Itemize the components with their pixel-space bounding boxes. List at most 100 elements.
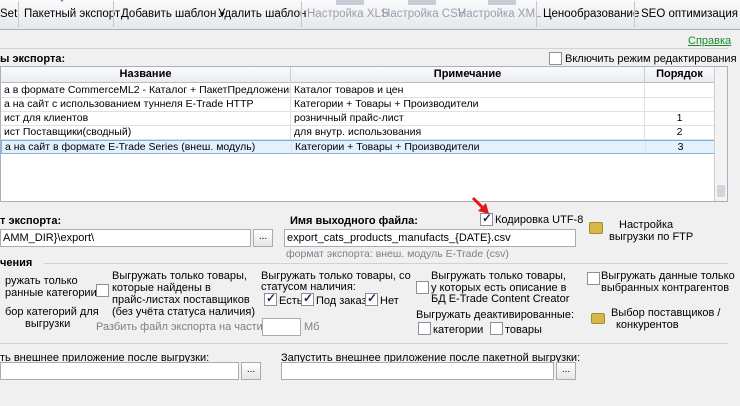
- templates-section-label: ы экспорта:: [0, 53, 66, 65]
- seo-button[interactable]: SEO оптимизация: [641, 6, 738, 22]
- price-list-only-checkbox[interactable]: [96, 284, 109, 297]
- run-after-batch-browse-button[interactable]: ...: [556, 362, 576, 380]
- pricing-button[interactable]: Ценообразование: [543, 6, 639, 22]
- price-list-only-line4: (без учёта статуса наличия): [112, 306, 256, 318]
- toolbar: Set Пакетный экспорт Добавить шаблон ▼ Уд…: [0, 0, 740, 30]
- edit-mode-checkbox[interactable]: [549, 52, 562, 65]
- cell-name: ист для клиентов: [1, 112, 291, 126]
- arrow-icon: [58, 0, 66, 2]
- table-row[interactable]: ист для клиентов розничный прайс-лист 1: [1, 112, 715, 126]
- price-list-only-line3: прайс-листах поставщиков: [112, 294, 250, 306]
- cell-order: [645, 84, 715, 98]
- cell-name: а на сайт с использованием туннеля E-Tra…: [1, 98, 291, 112]
- delete-template-button[interactable]: Удалить шаблон: [218, 6, 306, 22]
- deactivated-cats-label: категории: [433, 324, 484, 336]
- cell-name: а в формате CommerceML2 - Каталог + Паке…: [1, 84, 291, 98]
- only-cats-line1: ружать только: [5, 275, 78, 287]
- contractors-line1: Выгружать данные только: [601, 270, 735, 282]
- cell-note: розничный прайс-лист: [291, 112, 645, 126]
- contractors-checkbox[interactable]: [587, 272, 600, 285]
- choose-cats-line2[interactable]: выгрузки: [25, 318, 70, 330]
- contractors-line2: выбранных контрагентов: [601, 282, 730, 294]
- table-row[interactable]: а на сайт с использованием туннеля E-Tra…: [1, 98, 715, 112]
- scrollbar-thumb[interactable]: [717, 185, 725, 197]
- status-order-label: Под заказ: [316, 295, 367, 307]
- cell-order: [645, 98, 715, 112]
- vertical-scrollbar[interactable]: [714, 67, 727, 201]
- cell-name: ист Поставщики(сводный): [1, 126, 291, 140]
- etrade-desc-checkbox[interactable]: [416, 281, 429, 294]
- toolbar-separator: [113, 1, 114, 27]
- templates-grid: Название Примечание Порядок а в формате …: [0, 66, 728, 202]
- folder-icon: [591, 313, 605, 324]
- status-no-checkbox[interactable]: [365, 291, 378, 306]
- ftp-icon: [589, 222, 603, 234]
- table-row[interactable]: а на сайт в формате E-Trade Series (внеш…: [1, 140, 716, 155]
- xml-icon: [488, 0, 516, 5]
- edit-mode-label: Включить режим редактирования: [565, 53, 737, 65]
- split-unit-label: Мб: [304, 321, 320, 333]
- split-label: Разбить файл экспорта на части, по:: [96, 321, 285, 333]
- cell-note: Каталог товаров и цен: [291, 84, 645, 98]
- export-path-label: т экспорта:: [0, 215, 62, 227]
- divider: [44, 263, 728, 264]
- etrade-desc-line1: Выгружать только товары,: [431, 270, 566, 282]
- table-row[interactable]: ист Поставщики(сводный) для внутр. исполь…: [1, 126, 715, 140]
- price-list-only-line1: Выгружать только товары,: [112, 270, 247, 282]
- deactivated-goods-checkbox[interactable]: [490, 322, 503, 335]
- ftp-settings-line1[interactable]: Настройка: [619, 219, 673, 231]
- set-button[interactable]: Set: [0, 6, 17, 22]
- toolbar-separator: [301, 1, 302, 27]
- red-arrow-icon: [471, 196, 489, 214]
- suppliers-line1[interactable]: Выбор поставщиков /: [611, 307, 721, 319]
- export-path-browse-button[interactable]: ...: [253, 229, 273, 247]
- divider: [0, 48, 728, 49]
- xls-icon: [336, 0, 364, 5]
- utf8-label: Кодировка UTF-8: [495, 214, 584, 226]
- status-no-label: Нет: [380, 295, 399, 307]
- column-header-name[interactable]: Название: [1, 67, 291, 83]
- price-list-only-line2: которые найдены в: [112, 282, 211, 294]
- table-row[interactable]: а в формате CommerceML2 - Каталог + Паке…: [1, 84, 715, 98]
- run-after-input[interactable]: [0, 362, 239, 380]
- output-format-hint: формат экспорта: внеш. модуль E-Trade (c…: [286, 248, 509, 260]
- run-after-browse-button[interactable]: ...: [241, 362, 261, 380]
- divider: [0, 343, 728, 344]
- cell-order: 2: [645, 126, 715, 140]
- batch-export-button[interactable]: Пакетный экспорт: [24, 6, 120, 22]
- only-cats-line2: ранные категории: [5, 287, 97, 299]
- choose-cats-line1[interactable]: бор категорий для: [5, 306, 99, 318]
- output-file-input[interactable]: export_cats_products_manufacts_{DATE}.cs…: [284, 229, 576, 247]
- xls-settings-button[interactable]: Настройка XLS: [307, 6, 389, 22]
- export-path-input[interactable]: AMM_DIR}\export\: [0, 229, 251, 247]
- toolbar-separator: [634, 1, 635, 27]
- toolbar-separator: [18, 1, 19, 27]
- cell-note: Категории + Товары + Производители: [292, 141, 646, 155]
- column-header-note[interactable]: Примечание: [291, 67, 645, 83]
- status-order-checkbox[interactable]: [301, 291, 314, 306]
- column-header-order[interactable]: Порядок: [645, 67, 715, 83]
- etrade-desc-line3: БД E-Trade Content Creator: [431, 293, 570, 305]
- csv-settings-button[interactable]: Настройка CSV: [382, 6, 465, 22]
- cell-name: а на сайт в формате E-Trade Series (внеш…: [2, 141, 292, 155]
- cell-note: Категории + Товары + Производители: [291, 98, 645, 112]
- suppliers-line2[interactable]: конкурентов: [616, 319, 679, 331]
- add-template-label: Добавить шаблон: [121, 8, 217, 20]
- options-section-label: чения: [0, 257, 33, 269]
- help-link[interactable]: Справка: [688, 35, 731, 47]
- output-file-label: Имя выходного файла:: [290, 215, 418, 227]
- run-after-batch-input[interactable]: [281, 362, 554, 380]
- csv-icon: [408, 0, 436, 5]
- cell-order: 1: [645, 112, 715, 126]
- xml-settings-button[interactable]: Настройка XML: [458, 6, 541, 22]
- ftp-settings-line2[interactable]: выгрузки по FTP: [609, 231, 693, 243]
- deactivated-goods-label: товары: [505, 324, 542, 336]
- deactivated-cats-checkbox[interactable]: [418, 322, 431, 335]
- status-yes-checkbox[interactable]: [264, 291, 277, 306]
- cell-note: для внутр. использования: [291, 126, 645, 140]
- split-size-input[interactable]: [262, 318, 301, 336]
- status-yes-label: Есть: [279, 295, 303, 307]
- add-template-button[interactable]: Добавить шаблон ▼: [121, 6, 226, 22]
- cell-order: 3: [646, 141, 716, 155]
- deactivated-title: Выгружать деактивированные:: [416, 309, 574, 321]
